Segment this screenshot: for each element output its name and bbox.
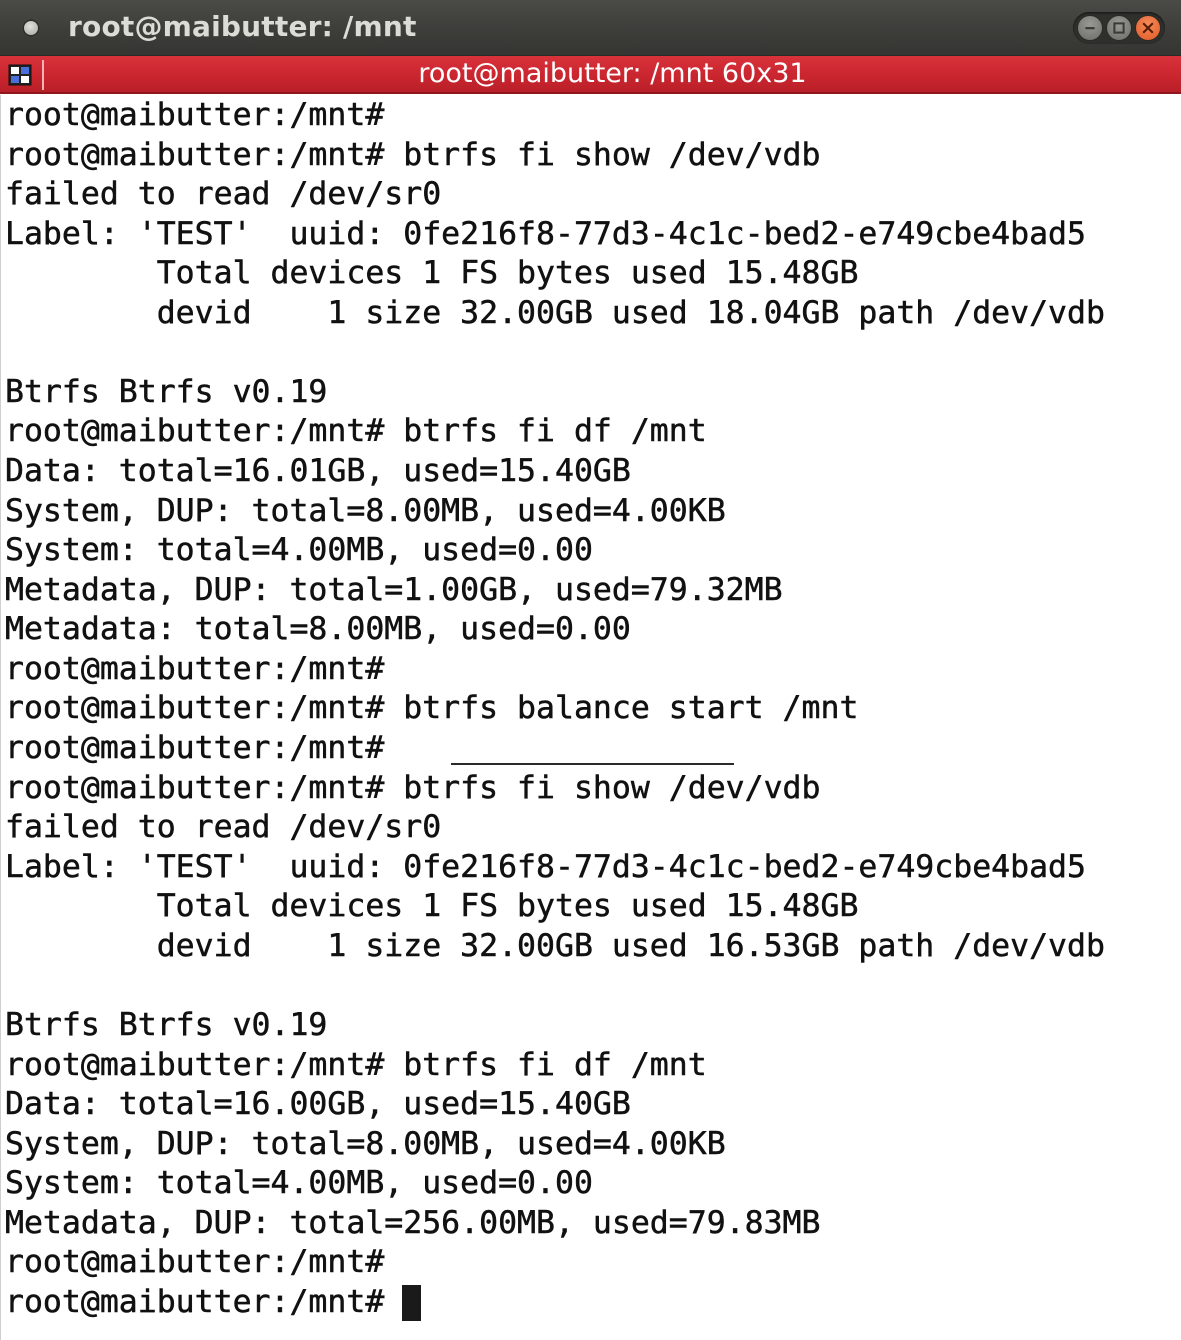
terminal-line: root@maibutter:/mnt# btrfs fi show /dev/…: [5, 770, 821, 807]
terminal-line: Data: total=16.01GB, used=15.40GB: [5, 453, 631, 490]
terminal-window: root@maibutter: /mnt root@maibutter: /mn…: [0, 0, 1181, 1340]
terminal-line: root@maibutter:/mnt#: [5, 730, 385, 767]
terminal-line: Btrfs Btrfs v0.19: [5, 374, 328, 411]
text-selection-underline: [451, 763, 734, 765]
maximize-icon[interactable]: [1106, 15, 1132, 41]
window-controls: [1073, 12, 1165, 44]
terminal-output[interactable]: root@maibutter:/mnt# root@maibutter:/mnt…: [0, 95, 1181, 1340]
terminal-line: failed to read /dev/sr0: [5, 176, 442, 213]
terminal-line: Label: 'TEST' uuid: 0fe216f8-77d3-4c1c-b…: [5, 216, 1086, 253]
terminal-line: Total devices 1 FS bytes used 15.48GB: [5, 255, 859, 292]
terminal-line: Metadata: total=8.00MB, used=0.00: [5, 611, 631, 648]
close-icon[interactable]: [1135, 15, 1161, 41]
terminal-line: Btrfs Btrfs v0.19: [5, 1007, 328, 1044]
terminal-line: root@maibutter:/mnt# btrfs fi df /mnt: [5, 413, 707, 450]
terminal-line: root@maibutter:/mnt#: [5, 1284, 404, 1321]
terminal-line: devid 1 size 32.00GB used 18.04GB path /…: [5, 295, 1105, 332]
terminal-line: Total devices 1 FS bytes used 15.48GB: [5, 888, 859, 925]
terminal-tab[interactable]: root@maibutter: /mnt 60x31: [0, 56, 1181, 94]
terminal-line: root@maibutter:/mnt# btrfs balance start…: [5, 690, 859, 727]
tab-title: root@maibutter: /mnt 60x31: [418, 58, 807, 89]
minimize-icon[interactable]: [1077, 15, 1103, 41]
terminal-line: root@maibutter:/mnt#: [5, 651, 385, 688]
terminal-line: Label: 'TEST' uuid: 0fe216f8-77d3-4c1c-b…: [5, 849, 1086, 886]
terminal-line: System: total=4.00MB, used=0.00: [5, 1165, 593, 1202]
terminal-line: System, DUP: total=8.00MB, used=4.00KB: [5, 1126, 726, 1163]
terminal-cursor: [402, 1285, 421, 1321]
terminal-line: root@maibutter:/mnt#: [5, 1244, 385, 1281]
terminal-line: System, DUP: total=8.00MB, used=4.00KB: [5, 493, 726, 530]
terminal-tab-icon[interactable]: [8, 64, 32, 86]
terminal-line: root@maibutter:/mnt# btrfs fi df /mnt: [5, 1047, 707, 1084]
terminal-line: root@maibutter:/mnt#: [5, 97, 385, 134]
terminal-line: Metadata, DUP: total=256.00MB, used=79.8…: [5, 1205, 821, 1242]
window-titlebar[interactable]: root@maibutter: /mnt: [0, 0, 1181, 56]
terminal-line: Metadata, DUP: total=1.00GB, used=79.32M…: [5, 572, 783, 609]
window-menu-icon[interactable]: [22, 19, 40, 37]
window-title: root@maibutter: /mnt: [68, 10, 417, 43]
terminal-line: root@maibutter:/mnt# btrfs fi show /dev/…: [5, 137, 821, 174]
terminal-line: failed to read /dev/sr0: [5, 809, 442, 846]
terminal-line: Data: total=16.00GB, used=15.40GB: [5, 1086, 631, 1123]
terminal-line: devid 1 size 32.00GB used 16.53GB path /…: [5, 928, 1105, 965]
terminal-line: System: total=4.00MB, used=0.00: [5, 532, 593, 569]
